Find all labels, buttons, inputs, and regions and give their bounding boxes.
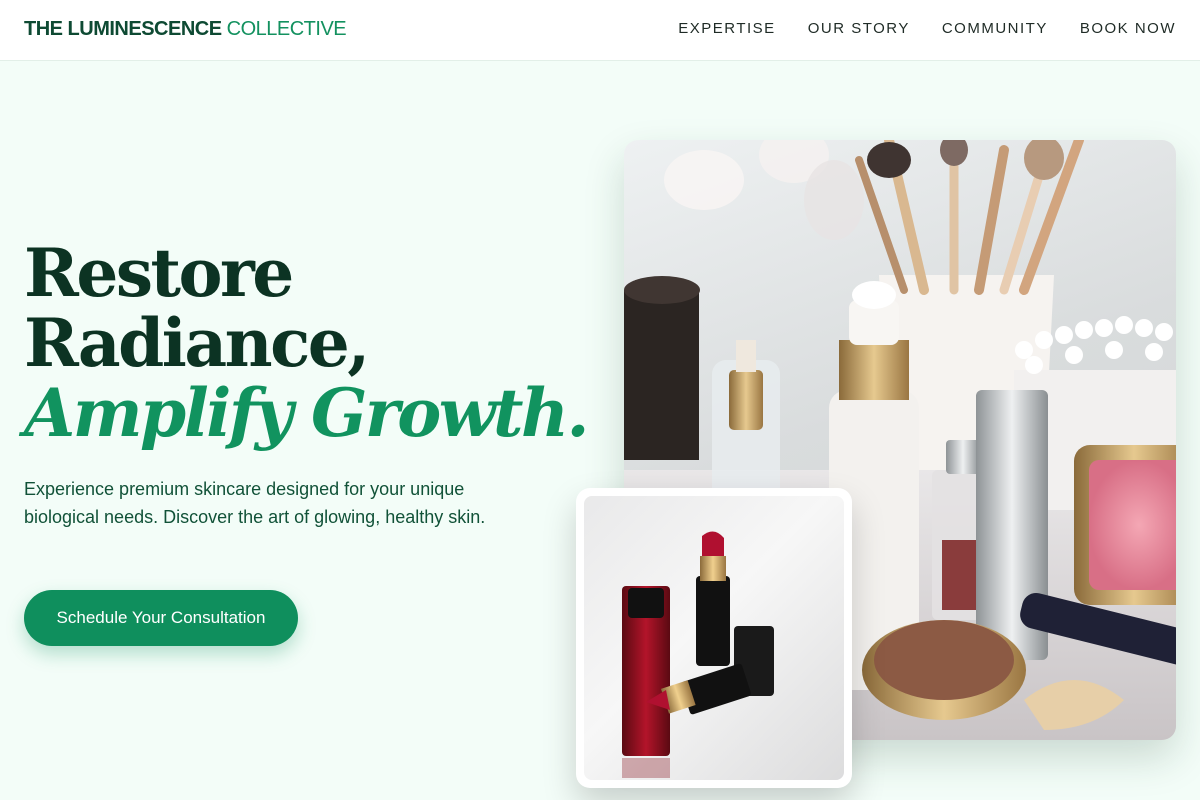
- brand-name-light: COLLECTIVE: [226, 18, 347, 40]
- hero-title-line-2: Radiance,: [24, 304, 370, 382]
- site-header: THE LUMINESCENCE COLLECTIVE EXPERTISE OU…: [0, 0, 1200, 61]
- nav-link-our-story[interactable]: OUR STORY: [808, 20, 910, 37]
- nav-link-book-now[interactable]: BOOK NOW: [1080, 20, 1176, 37]
- brand-name-bold: THE LUMINESCENCE: [24, 18, 222, 40]
- brand-logo[interactable]: THE LUMINESCENCE COLLECTIVE: [24, 18, 347, 41]
- hero-inset-photo: [576, 488, 852, 788]
- hero-title-accent: Amplify Growth.: [24, 374, 589, 452]
- nav-link-community[interactable]: COMMUNITY: [942, 20, 1048, 37]
- hero-title-line-1: Restore: [24, 234, 294, 312]
- hero-title: Restore Radiance, Amplify Growth.: [24, 234, 589, 452]
- main-nav: EXPERTISE OUR STORY COMMUNITY BOOK NOW: [678, 20, 1176, 37]
- lipstick-photo: [584, 496, 844, 780]
- hero-subtitle: Experience premium skincare designed for…: [24, 479, 486, 527]
- schedule-consultation-button[interactable]: Schedule Your Consultation: [24, 590, 298, 646]
- lipstick-illustration: [622, 531, 774, 778]
- nav-link-expertise[interactable]: EXPERTISE: [678, 20, 775, 37]
